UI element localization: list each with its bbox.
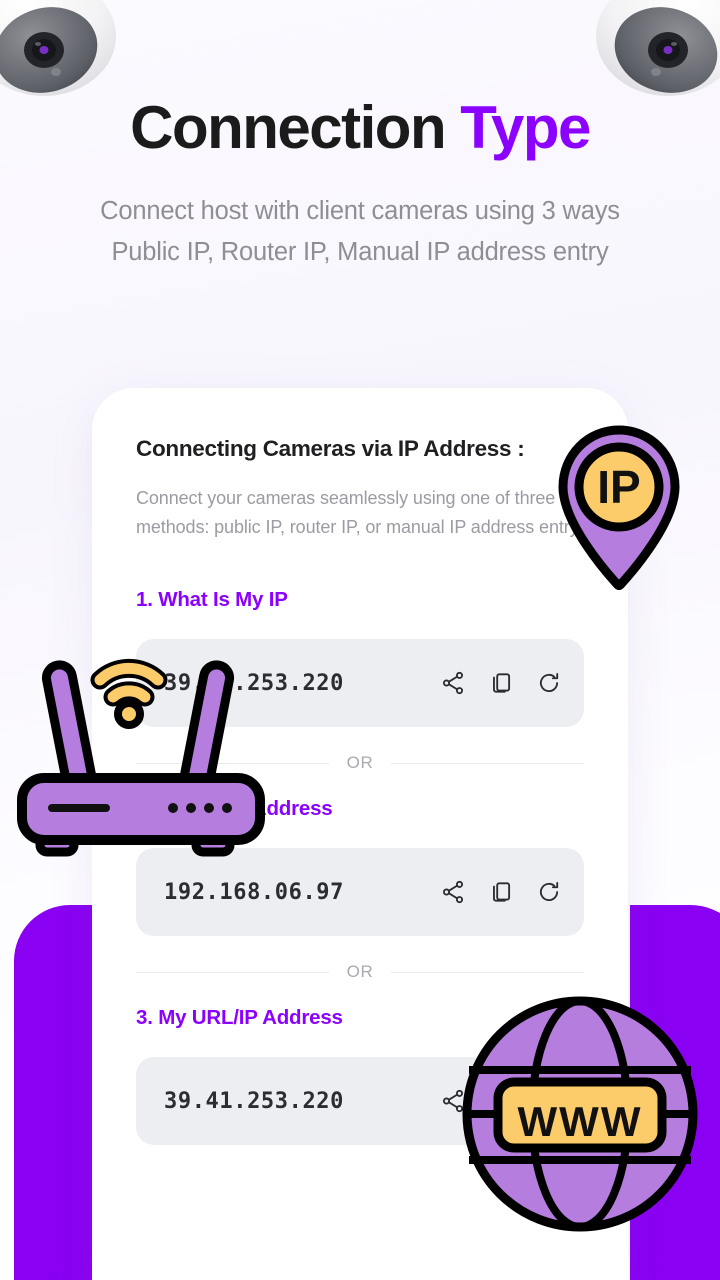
page-header: Connection Type Connect host with client… [0,96,720,274]
refresh-icon[interactable] [536,670,562,696]
or-line-left-2 [136,971,329,973]
ip-value-2: 192.168.06.97 [164,879,344,905]
page-subtitle: Connect host with client cameras using 3… [0,191,720,274]
ip-field-actions-2 [440,879,562,905]
or-line-right-1 [391,762,585,764]
step-label-1: 1. What Is My IP [136,588,288,612]
card-description: Connect your cameras seamlessly using on… [136,488,583,538]
wifi-router-icon [17,658,265,857]
dome-security-camera-left-icon [0,0,116,96]
copy-icon[interactable] [488,879,514,905]
page-title-main: Connection [130,94,461,161]
share-icon[interactable] [440,670,466,696]
or-label-1: OR [346,753,374,773]
www-globe-icon: WWW [462,996,698,1232]
page-title: Connection Type [0,96,720,159]
ip-value-3: 39.41.253.220 [164,1088,344,1114]
ip-pin-label: IP [597,461,640,513]
page-subtitle-line-1: Connect host with client cameras using 3… [100,197,620,225]
screen-root: Connection Type Connect host with client… [0,0,720,1280]
share-icon[interactable] [440,879,466,905]
page-title-accent: Type [460,94,591,161]
or-divider-2: OR [136,962,585,982]
page-subtitle-line-2: Public IP, Router IP, Manual IP address … [111,238,609,267]
copy-icon[interactable] [488,670,514,696]
ip-field-actions-1 [440,670,562,696]
or-label-2: OR [346,962,374,982]
or-line-right-2 [391,971,585,973]
card-heading: Connecting Cameras via IP Address : [136,436,525,461]
ip-location-pin-icon: IP [558,425,680,590]
globe-www-label: WWW [518,1098,643,1145]
dome-security-camera-right-icon [596,0,720,96]
refresh-icon[interactable] [536,879,562,905]
